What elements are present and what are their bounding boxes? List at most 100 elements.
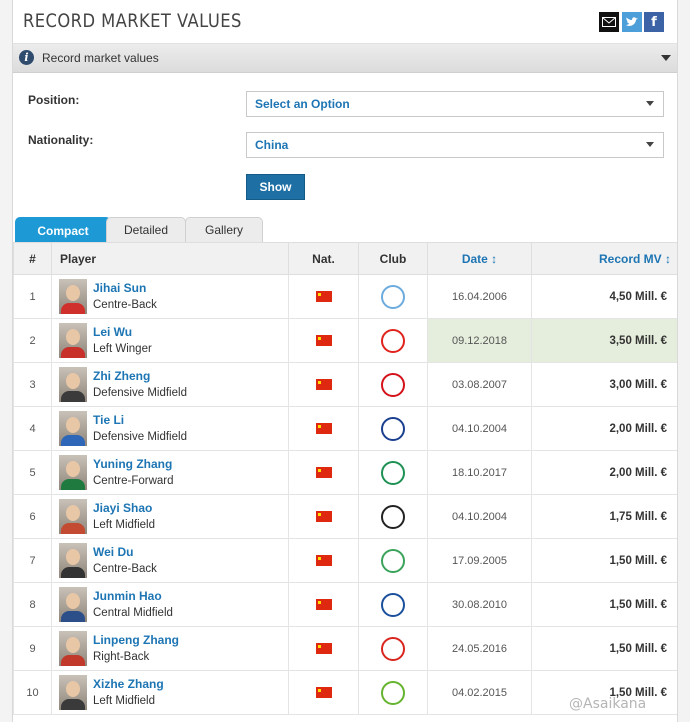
show-button[interactable]: Show bbox=[246, 174, 305, 200]
werder-bremen-crest[interactable] bbox=[381, 460, 405, 485]
player-position: Centre-Back bbox=[93, 299, 157, 311]
position-select[interactable]: Select an Option bbox=[246, 91, 664, 117]
player-cell: Linpeng Zhang Right-Back bbox=[51, 626, 289, 671]
player-avatar[interactable] bbox=[59, 279, 87, 314]
row-rank: 5 bbox=[13, 450, 52, 495]
nationality-cell bbox=[288, 406, 359, 451]
mail-icon[interactable] bbox=[599, 12, 619, 32]
section-header[interactable]: i Record market values bbox=[13, 44, 677, 73]
player-avatar[interactable] bbox=[59, 543, 87, 578]
player-avatar[interactable] bbox=[59, 675, 87, 710]
player-avatar[interactable] bbox=[59, 367, 87, 402]
face-shape bbox=[66, 417, 80, 433]
jersey-shape bbox=[61, 479, 85, 490]
row-rank: 1 bbox=[13, 274, 52, 319]
china-flag-icon bbox=[315, 599, 332, 611]
player-name-link[interactable]: Zhi Zheng bbox=[93, 369, 150, 383]
club-cell bbox=[358, 538, 428, 583]
face-shape bbox=[66, 461, 80, 477]
player-cell: Lei Wu Left Winger bbox=[51, 318, 289, 363]
player-name-link[interactable]: Jihai Sun bbox=[93, 281, 146, 295]
player-name-link[interactable]: Linpeng Zhang bbox=[93, 633, 179, 647]
watermark: @Asaikana bbox=[569, 696, 647, 712]
player-name-link[interactable]: Xizhe Zhang bbox=[93, 677, 164, 691]
nationality-cell bbox=[288, 670, 359, 715]
row-rank: 4 bbox=[13, 406, 52, 451]
tab-compact[interactable]: Compact bbox=[15, 217, 111, 243]
position-select-value: Select an Option bbox=[255, 97, 350, 111]
record-market-value: 1,50 Mill. € bbox=[531, 538, 677, 583]
tab-detailed[interactable]: Detailed bbox=[106, 217, 186, 242]
record-date: 24.05.2016 bbox=[427, 626, 532, 671]
china-flag-icon bbox=[315, 379, 332, 391]
china-flag-icon bbox=[315, 467, 332, 479]
table-row: 7 Wei Du Centre-Back 17.09.2005 1,50 Mill. € bbox=[13, 538, 677, 583]
facebook-icon[interactable]: f bbox=[644, 12, 664, 32]
player-avatar[interactable] bbox=[59, 411, 87, 446]
player-name-link[interactable]: Wei Du bbox=[93, 545, 133, 559]
row-rank: 6 bbox=[13, 494, 52, 539]
record-date: 17.09.2005 bbox=[427, 538, 532, 583]
vfl-wolfsburg-crest[interactable] bbox=[381, 680, 405, 705]
shanghai-sipg-crest[interactable] bbox=[381, 328, 405, 353]
face-shape bbox=[66, 285, 80, 301]
player-cell: Yuning Zhang Centre-Forward bbox=[51, 450, 289, 495]
header-date-sort[interactable]: Date ↕ bbox=[427, 242, 532, 275]
table-row: 3 Zhi Zheng Defensive Midfield 03.08.2007 3,… bbox=[13, 362, 677, 407]
jersey-shape bbox=[61, 655, 85, 666]
guangzhou-evergrande-crest[interactable] bbox=[381, 636, 405, 661]
1860-munich-crest[interactable] bbox=[381, 504, 405, 529]
player-name-link[interactable]: Tie Li bbox=[93, 413, 124, 427]
record-date: 04.02.2015 bbox=[427, 670, 532, 715]
player-position: Left Winger bbox=[93, 343, 152, 355]
player-avatar[interactable] bbox=[59, 323, 87, 358]
collapse-icon[interactable] bbox=[661, 55, 671, 61]
page-title: RECORD MARKET VALUES bbox=[23, 10, 242, 32]
schalke-04-crest[interactable] bbox=[381, 592, 405, 617]
tab-gallery[interactable]: Gallery bbox=[185, 217, 263, 242]
table-row: 5 Yuning Zhang Centre-Forward 18.10.2017 2,0… bbox=[13, 450, 677, 495]
row-rank: 8 bbox=[13, 582, 52, 627]
player-cell: Tie Li Defensive Midfield bbox=[51, 406, 289, 451]
player-position: Centre-Forward bbox=[93, 475, 174, 487]
club-cell bbox=[358, 626, 428, 671]
market-values-panel: RECORD MARKET VALUES f i Record market v… bbox=[12, 0, 678, 722]
section-label: Record market values bbox=[42, 51, 159, 65]
table-row: 2 Lei Wu Left Winger 09.12.2018 3,50 Mill. € bbox=[13, 318, 677, 363]
header: RECORD MARKET VALUES f bbox=[13, 0, 677, 44]
player-avatar[interactable] bbox=[59, 587, 87, 622]
face-shape bbox=[66, 373, 80, 389]
nationality-select[interactable]: China bbox=[246, 132, 664, 158]
view-tabs: Compact Detailed Gallery bbox=[13, 217, 677, 243]
club-cell bbox=[358, 582, 428, 627]
record-date: 03.08.2007 bbox=[427, 362, 532, 407]
table-header-row: # Player Nat. Club Date ↕ Record MV ↕ bbox=[13, 242, 677, 275]
everton-crest[interactable] bbox=[381, 416, 405, 441]
row-rank: 7 bbox=[13, 538, 52, 583]
position-label: Position: bbox=[28, 93, 80, 107]
table-row: 1 Jihai Sun Centre-Back 16.04.2006 4,50 Mill… bbox=[13, 274, 677, 319]
header-mv-sort[interactable]: Record MV ↕ bbox=[531, 242, 677, 275]
player-name-link[interactable]: Yuning Zhang bbox=[93, 457, 172, 471]
jersey-shape bbox=[61, 523, 85, 534]
player-cell: Jiayi Shao Left Midfield bbox=[51, 494, 289, 539]
player-avatar[interactable] bbox=[59, 631, 87, 666]
player-avatar[interactable] bbox=[59, 499, 87, 534]
record-date: 04.10.2004 bbox=[427, 406, 532, 451]
player-name-link[interactable]: Lei Wu bbox=[93, 325, 132, 339]
china-flag-icon bbox=[315, 511, 332, 523]
nationality-cell bbox=[288, 538, 359, 583]
player-name-link[interactable]: Junmin Hao bbox=[93, 589, 162, 603]
charlton-athletic-crest[interactable] bbox=[381, 372, 405, 397]
manchester-city-crest[interactable] bbox=[381, 284, 405, 309]
player-name-link[interactable]: Jiayi Shao bbox=[93, 501, 152, 515]
player-avatar[interactable] bbox=[59, 455, 87, 490]
player-cell: Junmin Hao Central Midfield bbox=[51, 582, 289, 627]
twitter-icon[interactable] bbox=[622, 12, 642, 32]
face-shape bbox=[66, 637, 80, 653]
row-rank: 3 bbox=[13, 362, 52, 407]
jersey-shape bbox=[61, 303, 85, 314]
jersey-shape bbox=[61, 699, 85, 710]
nationality-cell bbox=[288, 362, 359, 407]
celtic-crest[interactable] bbox=[381, 548, 405, 573]
